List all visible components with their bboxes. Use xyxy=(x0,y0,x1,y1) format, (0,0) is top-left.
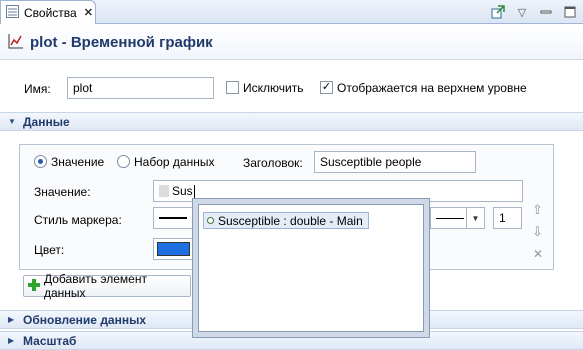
top-level-label: Отображается на верхнем уровне xyxy=(337,81,527,95)
close-icon[interactable]: ✕ xyxy=(84,6,93,19)
exclude-label: Исключить xyxy=(243,81,304,95)
time-plot-icon xyxy=(8,33,24,52)
section-data[interactable]: ▼ Данные xyxy=(0,112,583,131)
autocomplete-list: Susceptible : double - Main xyxy=(198,204,424,332)
title-input[interactable]: Susceptible people xyxy=(314,151,476,173)
marker-style-label: Стиль маркера: xyxy=(34,213,122,227)
code-icon xyxy=(159,185,169,197)
value-input-text: Sus xyxy=(172,184,193,198)
radio-dataset-label: Набор данных xyxy=(134,155,215,169)
minimize-icon[interactable] xyxy=(537,3,555,21)
move-down-icon[interactable]: ⇩ xyxy=(532,224,543,240)
top-level-checkbox[interactable]: ✓ xyxy=(320,81,333,94)
tab-bar: Свойства ✕ ▽ xyxy=(0,0,583,24)
radio-value[interactable] xyxy=(34,155,47,168)
maximize-icon[interactable] xyxy=(561,3,579,21)
color-swatch xyxy=(157,242,190,256)
autocomplete-item-label: Susceptible : double - Main xyxy=(218,213,363,228)
remove-icon[interactable]: ✕ xyxy=(533,247,543,261)
color-picker[interactable] xyxy=(153,238,193,260)
section-update-label: Обновление данных xyxy=(23,312,147,327)
chevron-down-icon[interactable]: ▽ xyxy=(513,3,531,21)
chevron-down-icon[interactable]: ▼ xyxy=(466,207,484,229)
variable-icon xyxy=(207,217,214,224)
line-style-combo[interactable]: ▼ xyxy=(430,207,485,229)
chevron-right-icon: ▶ xyxy=(8,315,15,324)
section-data-label: Данные xyxy=(23,114,70,129)
move-up-icon[interactable]: ⇧ xyxy=(532,202,543,218)
text-cursor xyxy=(193,184,195,198)
value-label: Значение: xyxy=(34,185,91,199)
radio-dataset[interactable] xyxy=(117,155,130,168)
autocomplete-item[interactable]: Susceptible : double - Main xyxy=(203,212,369,229)
properties-icon xyxy=(6,4,19,21)
autocomplete-popup: Susceptible : double - Main xyxy=(192,198,430,338)
radio-value-label: Значение xyxy=(51,155,105,169)
chevron-right-icon: ▶ xyxy=(8,336,15,345)
pin-icon[interactable] xyxy=(489,3,507,21)
chevron-down-icon: ▼ xyxy=(8,117,16,126)
plus-icon xyxy=(28,278,40,294)
section-scale-label: Масштаб xyxy=(23,333,77,348)
page-title: plot - Временной график xyxy=(30,33,213,51)
name-input[interactable]: plot xyxy=(67,77,214,99)
color-label: Цвет: xyxy=(34,243,65,257)
name-label: Имя: xyxy=(24,82,51,96)
line-style-swatch xyxy=(159,217,187,219)
add-data-item-label: Добавить элемент данных xyxy=(44,272,147,300)
tab-properties[interactable]: Свойства ✕ xyxy=(0,0,96,24)
line-style-swatch xyxy=(436,217,464,219)
marker-style-combo[interactable] xyxy=(153,207,193,229)
properties-header: plot - Временной график xyxy=(0,25,583,60)
tab-label: Свойства xyxy=(24,5,77,20)
exclude-checkbox[interactable] xyxy=(226,81,239,94)
marker-size-input[interactable]: 1 xyxy=(493,207,522,229)
add-data-item-button[interactable]: Добавить элемент данных xyxy=(23,272,191,300)
title-label: Заголовок: xyxy=(243,156,303,170)
